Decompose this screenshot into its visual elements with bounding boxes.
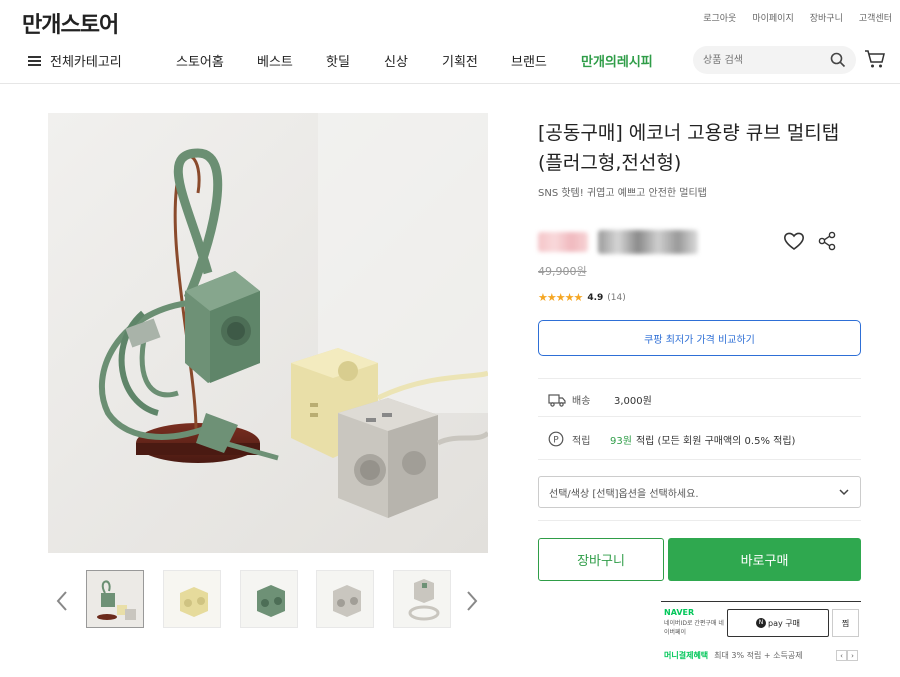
thumbnail-2[interactable]	[163, 570, 221, 628]
original-price: 49,900원	[538, 265, 587, 278]
money-benefit: 머니결제혜택 최대 3% 적립 + 소득공제	[664, 650, 803, 661]
truck-icon	[548, 393, 566, 407]
heart-icon[interactable]	[783, 231, 805, 251]
mypage-link[interactable]: 마이페이지	[752, 11, 793, 24]
review-count: (14)	[607, 292, 626, 303]
add-to-cart-button[interactable]: 장바구니	[538, 538, 664, 581]
nav-hotdeal[interactable]: 핫딜	[326, 51, 350, 70]
naver-pay-button[interactable]: N pay 구매	[727, 609, 829, 637]
search-input[interactable]	[703, 51, 823, 69]
star-rating-icon: ★★★★★	[538, 291, 583, 304]
shipping-row: 배송 3,000원	[548, 392, 652, 407]
benefit-nav: ‹ ›	[836, 650, 858, 661]
main-nav: 전체카테고리 스토어홈 베스트 핫딜 신상 기획전 브랜드 만개의레시피	[0, 44, 900, 84]
nav-new[interactable]: 신상	[384, 51, 408, 70]
buy-now-button[interactable]: 바로구매	[668, 538, 861, 581]
points-value: 93원	[610, 435, 632, 447]
points-label: 적립	[572, 435, 591, 447]
nav-store-home[interactable]: 스토어홈	[176, 51, 224, 70]
chevron-down-icon	[839, 489, 849, 496]
nav-brand[interactable]: 브랜드	[511, 51, 547, 70]
zzim-button[interactable]: 찜	[832, 609, 859, 637]
hamburger-icon	[28, 55, 41, 66]
thumbnail-4[interactable]	[316, 570, 374, 628]
benefit-title: 머니결제혜택	[664, 651, 709, 660]
benefit-next-icon[interactable]: ›	[847, 650, 858, 661]
search-icon[interactable]	[830, 52, 846, 68]
thumbnail-1[interactable]	[86, 570, 144, 628]
svg-text:P: P	[553, 436, 559, 446]
customer-center-link[interactable]: 고객센터	[859, 11, 892, 24]
utility-links: 로그아웃 마이페이지 장바구니 고객센터	[703, 11, 892, 24]
naver-pay-box: NAVER 네이버ID로 간편구매 네이버페이 N pay 구매 찜	[661, 601, 861, 645]
naver-pay-label: pay 구매	[768, 618, 800, 628]
shipping-label: 배송	[572, 396, 591, 407]
naver-logo: NAVER	[664, 608, 695, 617]
chevron-left-icon[interactable]	[56, 590, 68, 612]
sale-price-blurred	[598, 230, 698, 254]
option-placeholder: 선택/색상 [선택]옵션을 선택하세요.	[549, 488, 699, 500]
divider	[538, 378, 861, 379]
product-title: [공동구매] 에코너 고용량 큐브 멀티탭(플러그형,전선형)	[538, 122, 840, 174]
chevron-right-icon[interactable]	[466, 590, 478, 612]
nav-special[interactable]: 기획전	[442, 51, 478, 70]
shipping-value: 3,000원	[614, 396, 652, 407]
search-box	[693, 46, 856, 74]
rating[interactable]: ★★★★★ 4.9 (14)	[538, 291, 626, 304]
naver-n-icon: N	[756, 618, 766, 628]
thumbnail-carousel	[48, 570, 488, 628]
benefit-text: 최대 3% 적립 + 소득공제	[714, 651, 803, 660]
benefit-prev-icon[interactable]: ‹	[836, 650, 847, 661]
compare-price-button[interactable]: 쿠팡 최저가 가격 비교하기	[538, 320, 861, 356]
nav-best[interactable]: 베스트	[257, 51, 293, 70]
naver-desc: 네이버ID로 간편구매 네이버페이	[664, 620, 724, 636]
product-subtitle: SNS 핫템! 귀엽고 예쁘고 안전한 멀티탭	[538, 188, 707, 199]
all-categories-label: 전체카테고리	[50, 55, 122, 70]
points-desc: 적립 (모든 회원 구매액의 0.5% 적립)	[635, 435, 796, 447]
product-photo	[48, 113, 488, 553]
points-row: P 적립 93원 적립 (모든 회원 구매액의 0.5% 적립)	[548, 431, 795, 447]
discount-rate-blurred	[538, 232, 588, 252]
product-main-image	[48, 113, 488, 553]
store-logo[interactable]: 만개스토어	[22, 7, 119, 39]
thumbnail-5[interactable]	[393, 570, 451, 628]
thumbnail-3[interactable]	[240, 570, 298, 628]
divider	[538, 416, 861, 417]
option-select[interactable]: 선택/색상 [선택]옵션을 선택하세요.	[538, 476, 861, 508]
all-categories-button[interactable]: 전체카테고리	[28, 51, 122, 70]
logout-link[interactable]: 로그아웃	[703, 11, 736, 24]
nav-recipe[interactable]: 만개의레시피	[581, 51, 653, 70]
cart-link[interactable]: 장바구니	[810, 11, 843, 24]
share-icon[interactable]	[817, 231, 837, 251]
point-icon: P	[548, 431, 564, 447]
cart-icon[interactable]	[864, 49, 886, 69]
rating-score: 4.9	[587, 292, 604, 303]
divider	[538, 520, 861, 521]
divider	[538, 459, 861, 460]
